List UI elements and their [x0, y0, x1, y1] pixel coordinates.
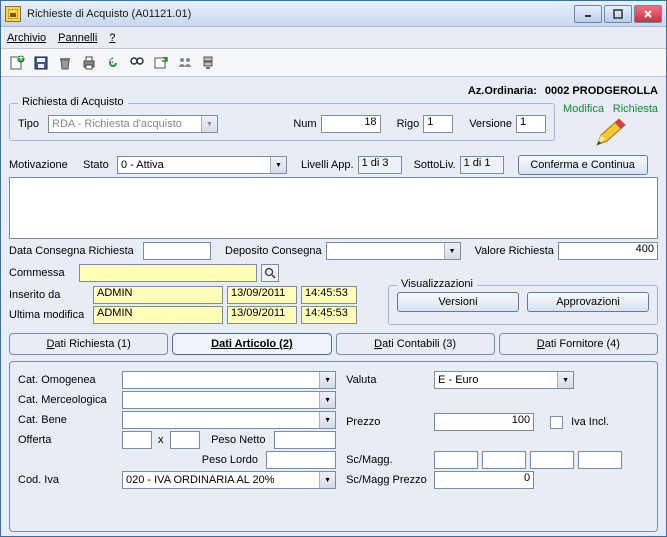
num-input[interactable]: 18 — [321, 115, 381, 133]
tab-dati-articolo[interactable]: Dati Articolo (2) — [172, 333, 331, 355]
cat-bene-label: Cat. Bene — [18, 414, 118, 426]
scmagg-prezzo-input[interactable]: 0 — [434, 471, 534, 489]
ultima-time: 14:45:53 — [301, 306, 357, 324]
lookup-icon[interactable] — [261, 264, 279, 282]
scmagg-1[interactable] — [434, 451, 478, 469]
cod-iva-select[interactable]: 020 - IVA ORDINARIA AL 20%▼ — [122, 471, 336, 489]
rigo-label: Rigo — [397, 118, 420, 130]
richiesta-label: Richiesta — [613, 103, 658, 115]
scmagg-label: Sc/Magg. — [346, 454, 430, 466]
server-icon[interactable] — [199, 53, 219, 73]
menu-pannelli[interactable]: Pannelli — [58, 32, 97, 44]
data-consegna-input[interactable] — [143, 242, 211, 260]
close-button[interactable] — [634, 5, 662, 23]
scmagg-4[interactable] — [578, 451, 622, 469]
scmagg-prezzo-label: Sc/Magg Prezzo — [346, 474, 430, 486]
users-icon[interactable] — [175, 53, 195, 73]
cat-omogenea-select[interactable]: ▼ — [122, 371, 336, 389]
ultima-user: ADMIN — [93, 306, 223, 324]
deposito-label: Deposito Consegna — [225, 245, 322, 257]
tab-dati-contabili[interactable]: Dati Contabili (3) — [336, 333, 495, 355]
visualizzazioni-title: Visualizzazioni — [397, 278, 477, 290]
modifica-label: Modifica — [563, 103, 604, 115]
delete-icon[interactable] — [55, 53, 75, 73]
undo-icon[interactable] — [103, 53, 123, 73]
scmagg-3[interactable] — [530, 451, 574, 469]
deposito-select[interactable]: ▼ — [326, 242, 461, 260]
menu-help[interactable]: ? — [109, 32, 115, 44]
app-icon — [5, 6, 21, 22]
save-icon[interactable] — [31, 53, 51, 73]
conferma-button[interactable]: Conferma e Continua — [518, 155, 648, 175]
stato-label: Stato — [83, 159, 113, 171]
inserito-label: Inserito da — [9, 289, 89, 301]
valore-richiesta-input[interactable]: 400 — [558, 242, 658, 260]
peso-netto-label: Peso Netto — [204, 434, 270, 446]
commessa-input[interactable] — [79, 264, 257, 282]
inserito-time: 14:45:53 — [301, 286, 357, 304]
commessa-label: Commessa — [9, 267, 75, 279]
sottoliv-value: 1 di 1 — [460, 156, 504, 174]
print-icon[interactable] — [79, 53, 99, 73]
num-label: Num — [293, 118, 316, 130]
inserito-date: 13/09/2011 — [227, 286, 297, 304]
motivazione-textarea[interactable] — [9, 177, 658, 239]
search-icon[interactable] — [127, 53, 147, 73]
versione-input[interactable]: 1 — [516, 115, 546, 133]
maximize-button[interactable] — [604, 5, 632, 23]
group-richiesta-title: Richiesta di Acquisto — [18, 96, 128, 108]
versione-label: Versione — [469, 118, 512, 130]
svg-text:+: + — [18, 55, 24, 64]
offerta-input-2[interactable] — [170, 431, 200, 449]
cat-bene-select[interactable]: ▼ — [122, 411, 336, 429]
offerta-input-1[interactable] — [122, 431, 152, 449]
cat-merceologica-select[interactable]: ▼ — [122, 391, 336, 409]
cod-iva-label: Cod. Iva — [18, 474, 118, 486]
peso-netto-input[interactable] — [274, 431, 337, 449]
approvazioni-button[interactable]: Approvazioni — [527, 292, 649, 312]
prezzo-label: Prezzo — [346, 416, 430, 428]
export-icon[interactable] — [151, 53, 171, 73]
tab-dati-fornitore[interactable]: Dati Fornitore (4) — [499, 333, 658, 355]
offerta-label: Offerta — [18, 434, 118, 446]
inserito-user: ADMIN — [93, 286, 223, 304]
peso-lordo-label: Peso Lordo — [196, 454, 262, 466]
prezzo-input[interactable]: 100 — [434, 413, 534, 431]
tab-dati-richiesta[interactable]: Dati Richiesta (1) — [9, 333, 168, 355]
sottoliv-label: SottoLiv. — [414, 159, 456, 171]
rigo-input[interactable]: 1 — [423, 115, 453, 133]
valuta-label: Valuta — [346, 374, 430, 386]
minimize-button[interactable] — [574, 5, 602, 23]
cat-merceologica-label: Cat. Merceologica — [18, 394, 118, 406]
new-icon[interactable]: + — [7, 53, 27, 73]
valuta-select[interactable]: E - Euro▼ — [434, 371, 574, 389]
iva-incl-label: Iva Incl. — [571, 416, 609, 428]
iva-incl-checkbox[interactable] — [550, 416, 563, 429]
livelli-value: 1 di 3 — [358, 156, 402, 174]
cat-omogenea-label: Cat. Omogenea — [18, 374, 118, 386]
livelli-label: Livelli App. — [301, 159, 354, 171]
scmagg-2[interactable] — [482, 451, 526, 469]
data-consegna-label: Data Consegna Richiesta — [9, 245, 139, 257]
dropdown-arrow-icon: ▼ — [201, 116, 217, 132]
ultima-date: 13/09/2011 — [227, 306, 297, 324]
tipo-select[interactable]: RDA - Richiesta d'acquisto▼ — [48, 115, 218, 133]
tipo-label: Tipo — [18, 118, 44, 130]
az-ordinaria-value: 0002 PRODGEROLLA — [545, 85, 658, 97]
valore-richiesta-label: Valore Richiesta — [475, 245, 554, 257]
menu-archivio[interactable]: Archivio — [7, 32, 46, 44]
az-ordinaria-label: Az.Ordinaria: — [468, 85, 537, 97]
stato-select[interactable]: 0 - Attiva▼ — [117, 156, 287, 174]
ultima-label: Ultima modifica — [9, 309, 89, 321]
pencil-icon — [563, 115, 658, 149]
offerta-x: x — [156, 434, 166, 446]
motivazione-label: Motivazione — [9, 159, 79, 171]
window-title: Richieste di Acquisto (A01121.01) — [27, 8, 574, 20]
peso-lordo-input[interactable] — [266, 451, 336, 469]
versioni-button[interactable]: Versioni — [397, 292, 519, 312]
